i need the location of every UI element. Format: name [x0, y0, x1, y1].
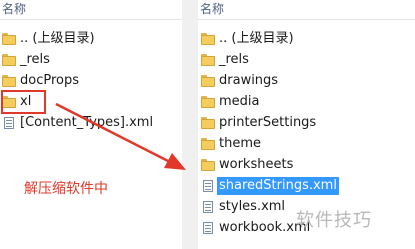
folder-icon: [2, 75, 16, 87]
right-item-label: .. (上级目录): [219, 31, 294, 46]
folder-icon: [2, 33, 16, 45]
right-item-label: sharedStrings.xml: [217, 177, 339, 195]
right-name-column-header[interactable]: 名称: [198, 0, 415, 20]
window-gap: [182, 0, 198, 249]
folder-icon: [201, 138, 215, 150]
right-item-parent-dir[interactable]: .. (上级目录): [201, 30, 294, 48]
left-column-header-label: 名称: [2, 2, 27, 16]
right-item-label: _rels: [219, 52, 249, 67]
right-item-drawings[interactable]: drawings: [201, 72, 278, 90]
right-item-sharedstrings[interactable]: sharedStrings.xml: [201, 177, 339, 195]
folder-icon: [201, 54, 215, 66]
folder-icon: [201, 75, 215, 87]
left-file-list-pane: 名称 .. (上级目录) _rels docProps xl [Content_…: [0, 0, 182, 249]
right-item-label: media: [219, 94, 260, 109]
xml-file-icon: [201, 222, 215, 234]
left-item-label: _rels: [20, 52, 50, 67]
right-item-media[interactable]: media: [201, 93, 260, 111]
left-name-column-header[interactable]: 名称: [0, 0, 182, 20]
right-item-worksheets[interactable]: worksheets: [201, 156, 293, 174]
right-item-styles[interactable]: styles.xml: [201, 198, 285, 216]
left-item-rels[interactable]: _rels: [2, 51, 50, 69]
annotation-caption: 解压缩软件中: [24, 181, 108, 197]
right-item-label: theme: [219, 136, 261, 151]
watermark-text: 软件技巧: [296, 210, 372, 231]
left-item-label: .. (上级目录): [20, 31, 95, 46]
left-item-docprops[interactable]: docProps: [2, 72, 79, 90]
folder-icon: [201, 33, 215, 45]
right-item-workbook[interactable]: workbook.xml: [201, 219, 310, 237]
right-item-theme[interactable]: theme: [201, 135, 261, 153]
right-item-printersettings[interactable]: printerSettings: [201, 114, 316, 132]
right-item-label: styles.xml: [219, 199, 286, 214]
right-item-label: printerSettings: [219, 115, 317, 130]
xml-file-icon: [2, 117, 16, 129]
xml-file-icon: [201, 201, 215, 213]
xml-file-icon: [201, 180, 215, 192]
folder-icon: [201, 117, 215, 129]
right-column-header-label: 名称: [200, 2, 225, 16]
folder-icon: [201, 96, 215, 108]
left-item-label: [Content_Types].xml: [20, 115, 154, 130]
xl-highlight-box: [1, 90, 46, 114]
left-item-content-types[interactable]: [Content_Types].xml: [2, 114, 153, 132]
right-item-label: drawings: [219, 73, 279, 88]
right-item-label: worksheets: [219, 157, 294, 172]
right-item-rels[interactable]: _rels: [201, 51, 249, 69]
left-item-parent-dir[interactable]: .. (上级目录): [2, 30, 95, 48]
folder-icon: [201, 159, 215, 171]
left-item-label: docProps: [20, 73, 80, 88]
folder-icon: [2, 54, 16, 66]
